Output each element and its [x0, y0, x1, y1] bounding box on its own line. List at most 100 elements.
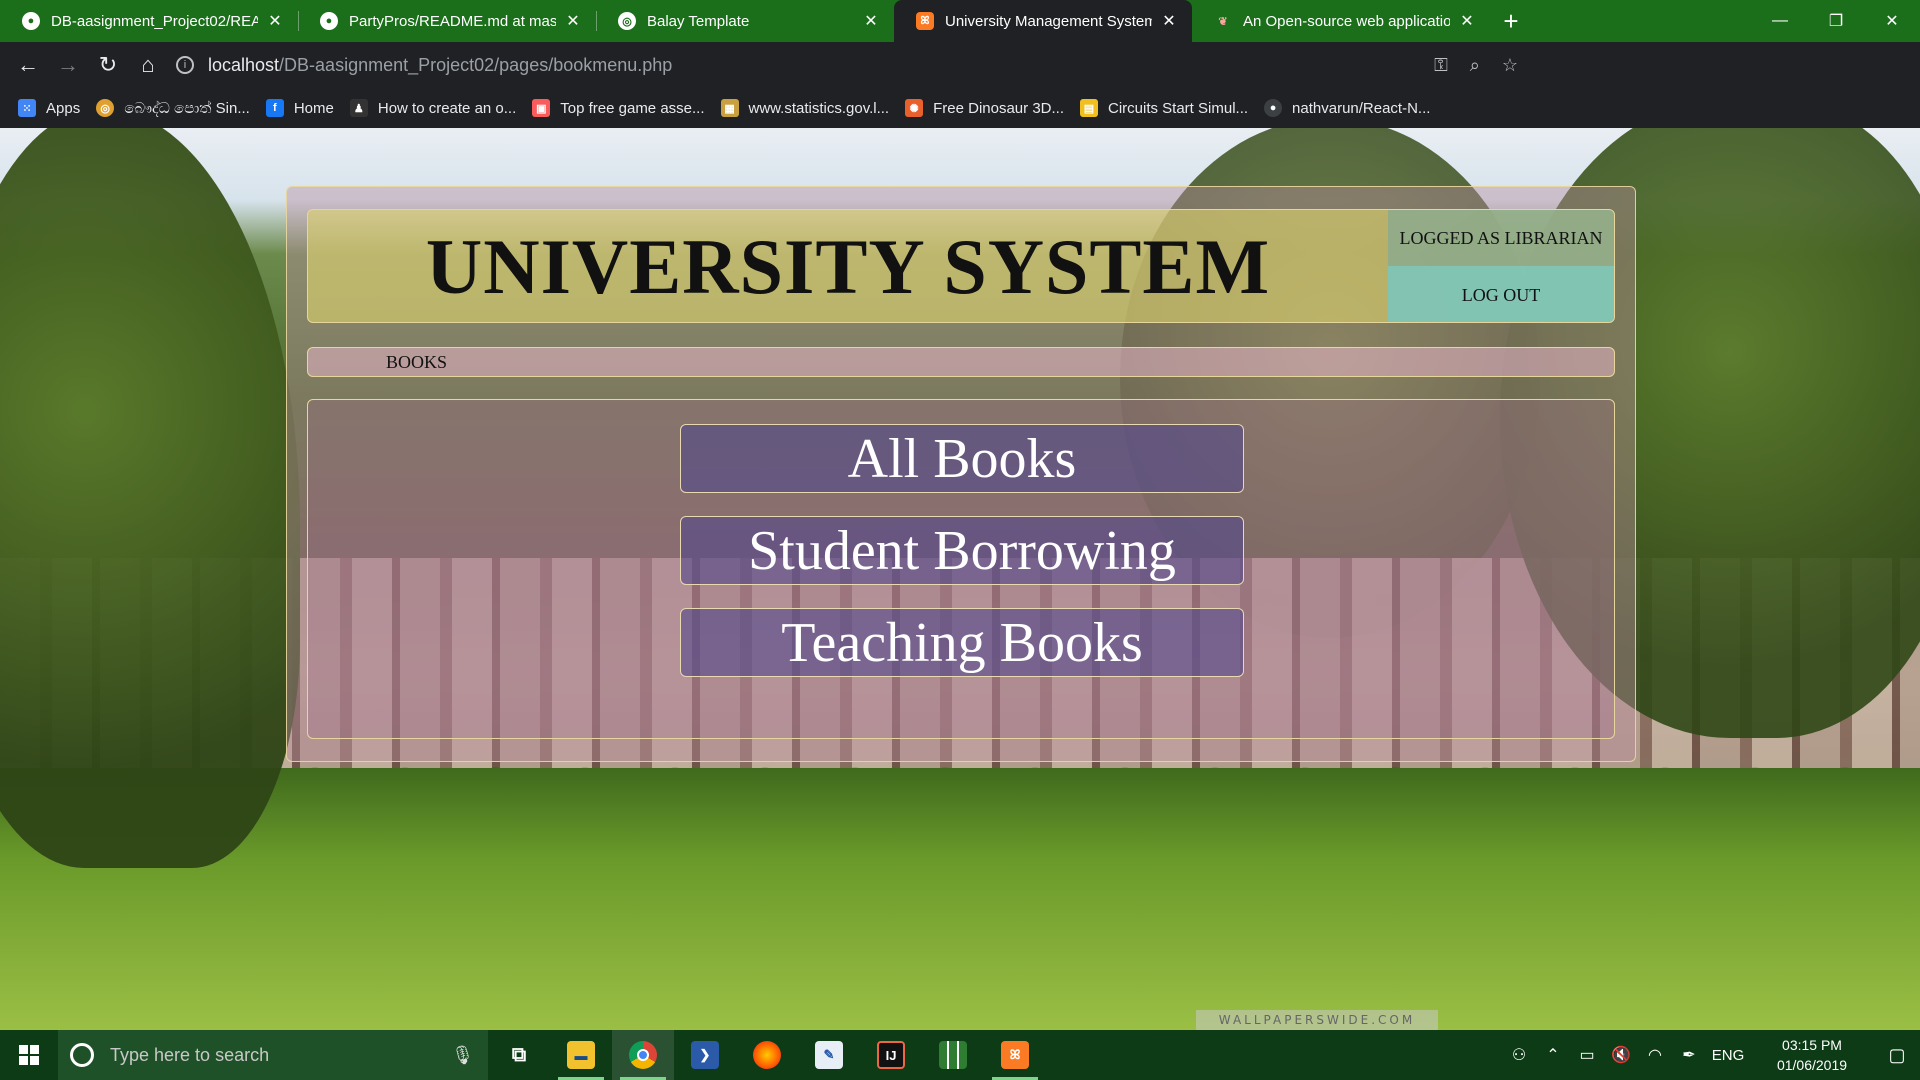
bookmark-game-assets[interactable]: ▣ Top free game asse... — [532, 99, 714, 117]
bookmark-react-native[interactable]: ● nathvarun/React-N... — [1264, 99, 1440, 117]
window-controls: — ❐ ✕ — [1752, 0, 1920, 42]
bookmark-label: බෞද්ධ පොත් Sin... — [124, 99, 250, 117]
xampp-icon: ꕤ — [916, 12, 934, 30]
bookmark-circuits[interactable]: ▤ Circuits Start Simul... — [1080, 99, 1258, 117]
user-status-panel: LOGGED AS LIBRARIAN LOG OUT — [1388, 210, 1614, 322]
app-panel: UNIVERSITY SYSTEM LOGGED AS LIBRARIAN LO… — [286, 186, 1636, 762]
openemr-icon: ❦ — [1218, 15, 1228, 28]
restore-icon[interactable]: ❐ — [1808, 0, 1864, 42]
itch-icon: ▣ — [532, 99, 551, 117]
logout-button[interactable]: LOG OUT — [1388, 266, 1614, 322]
battery-icon[interactable]: ▭ — [1570, 1045, 1604, 1065]
site-info-icon[interactable]: i — [176, 56, 194, 74]
close-tab-icon[interactable]: ✕ — [862, 11, 880, 31]
tab-balay[interactable]: ◎ Balay Template ✕ — [596, 0, 894, 42]
bookmark-label: www.statistics.gov.l... — [748, 99, 890, 117]
microphone-icon[interactable]: 🎙 — [451, 1045, 474, 1066]
close-window-icon[interactable]: ✕ — [1864, 0, 1920, 42]
bookmark-label: Free Dinosaur 3D... — [933, 99, 1064, 117]
bookmark-star-icon[interactable]: ☆ — [1502, 55, 1518, 76]
tab-title: PartyPros/README.md at master — [349, 12, 556, 30]
page-title: UNIVERSITY SYSTEM — [425, 223, 1271, 310]
zoom-icon[interactable]: ⌕ — [1470, 55, 1480, 76]
clock[interactable]: 03:15 PM 01/06/2019 — [1764, 1035, 1860, 1075]
notepad-icon[interactable]: ✎ — [798, 1030, 860, 1080]
people-icon[interactable]: ⚇ — [1502, 1045, 1536, 1065]
reload-icon[interactable]: ↻ — [88, 45, 128, 85]
bookmark-label: Circuits Start Simul... — [1108, 99, 1249, 117]
tab-university-management[interactable]: ꕤ University Management System ✕ — [894, 0, 1192, 42]
tab-title: University Management System — [945, 12, 1152, 30]
grid-app-icon[interactable] — [922, 1030, 984, 1080]
close-tab-icon[interactable]: ✕ — [266, 11, 284, 31]
breadcrumb-books[interactable]: BOOKS — [386, 352, 447, 373]
show-hidden-icons[interactable]: ⌃ — [1536, 1045, 1570, 1065]
chrome-icon[interactable] — [612, 1030, 674, 1080]
person-icon: ♟ — [349, 99, 368, 117]
xampp-taskbar-icon[interactable]: ꕤ — [984, 1030, 1046, 1080]
dino-icon: ✺ — [905, 99, 924, 117]
bookmarks-bar: ⁙ Apps ◎ බෞද්ධ පොත් Sin... f Home ♟ How … — [0, 88, 1920, 128]
stats-icon: ▦ — [720, 99, 739, 117]
new-tab-button[interactable]: + — [1490, 0, 1532, 42]
book-menu: All Books Student Borrowing Teaching Boo… — [307, 399, 1615, 739]
bookmark-statistics[interactable]: ▦ www.statistics.gov.l... — [720, 99, 900, 117]
background-tree — [0, 128, 300, 868]
forward-icon[interactable]: → — [48, 45, 88, 85]
pen-icon[interactable]: ✒ — [1672, 1045, 1706, 1065]
back-icon[interactable]: ← — [8, 45, 48, 85]
taskbar-search[interactable]: Type here to search 🎙 — [58, 1030, 488, 1080]
firefox-icon[interactable] — [736, 1030, 798, 1080]
bookmark-dharma[interactable]: ◎ බෞද්ධ පොත් Sin... — [96, 99, 260, 117]
github-icon: ● — [1264, 99, 1283, 117]
all-books-button[interactable]: All Books — [680, 424, 1244, 493]
intellij-icon[interactable]: IJ — [860, 1030, 922, 1080]
cortana-icon — [70, 1043, 94, 1067]
bookmark-label: Top free game asse... — [560, 99, 705, 117]
tab-title: An Open-source web application — [1243, 12, 1450, 30]
bookmark-home[interactable]: f Home — [265, 99, 344, 117]
wifi-icon[interactable]: ◠ — [1638, 1045, 1672, 1065]
tab-db-assignment[interactable]: ● DB-aasignment_Project02/README ✕ — [0, 0, 298, 42]
logged-as-label: LOGGED AS LIBRARIAN — [1388, 210, 1614, 266]
system-tray: ⚇ ⌃ ▭ 🔇 ◠ ✒ ENG 03:15 PM 01/06/2019 ▢ — [1502, 1030, 1920, 1080]
tab-partypros[interactable]: ● PartyPros/README.md at master ✕ — [298, 0, 596, 42]
action-center-icon[interactable]: ▢ — [1874, 1030, 1920, 1080]
clock-time: 03:15 PM — [1782, 1037, 1842, 1053]
bookmark-label: How to create an o... — [377, 99, 517, 117]
volume-muted-icon[interactable]: 🔇 — [1604, 1045, 1638, 1065]
student-borrowing-button[interactable]: Student Borrowing — [680, 516, 1244, 585]
clock-date: 01/06/2019 — [1776, 1057, 1848, 1073]
bookmark-label: Home — [293, 99, 334, 117]
dharma-icon: ◎ — [96, 99, 115, 117]
search-placeholder: Type here to search — [110, 1044, 270, 1065]
url-host: localhost — [208, 54, 280, 75]
close-tab-icon[interactable]: ✕ — [1458, 11, 1476, 31]
bookmark-apps[interactable]: ⁙ Apps — [18, 99, 90, 117]
tab-title: DB-aasignment_Project02/README — [51, 12, 258, 30]
key-icon[interactable]: ⚿ — [1434, 55, 1448, 76]
github-icon: ● — [320, 12, 338, 30]
start-button[interactable] — [0, 1030, 58, 1080]
taskbar: Type here to search 🎙 ⧉ ▬ ❯ ✎ IJ ꕤ ⚇ ⌃ ▭… — [0, 1030, 1920, 1080]
breadcrumb: BOOKS — [307, 347, 1615, 377]
tab-title: Balay Template — [647, 12, 750, 30]
task-view-icon[interactable]: ⧉ — [488, 1030, 550, 1080]
tinkercad-icon: ▤ — [1080, 99, 1098, 117]
minimize-icon[interactable]: — — [1752, 0, 1808, 42]
bookmark-how-to[interactable]: ♟ How to create an o... — [349, 99, 526, 117]
close-tab-icon[interactable]: ✕ — [564, 11, 582, 31]
powershell-icon[interactable]: ❯ — [674, 1030, 736, 1080]
bookmark-dinosaur[interactable]: ✺ Free Dinosaur 3D... — [905, 99, 1074, 117]
apps-grid-icon: ⁙ — [18, 99, 36, 117]
language-indicator[interactable]: ENG — [1706, 1047, 1750, 1064]
address-bar[interactable]: i localhost/DB-aasignment_Project02/page… — [176, 47, 1526, 83]
wallpaper-watermark: WALLPAPERSWIDE.COM — [1196, 1010, 1438, 1030]
home-icon[interactable]: ⌂ — [128, 45, 168, 85]
taskbar-apps: ⧉ ▬ ❯ ✎ IJ ꕤ — [488, 1030, 1046, 1080]
github-icon: ● — [22, 12, 40, 30]
teaching-books-button[interactable]: Teaching Books — [680, 608, 1244, 677]
file-explorer-icon[interactable]: ▬ — [550, 1030, 612, 1080]
close-tab-icon[interactable]: ✕ — [1160, 11, 1178, 31]
tab-open-source-app[interactable]: ❦ An Open-source web application ✕ — [1192, 0, 1490, 42]
